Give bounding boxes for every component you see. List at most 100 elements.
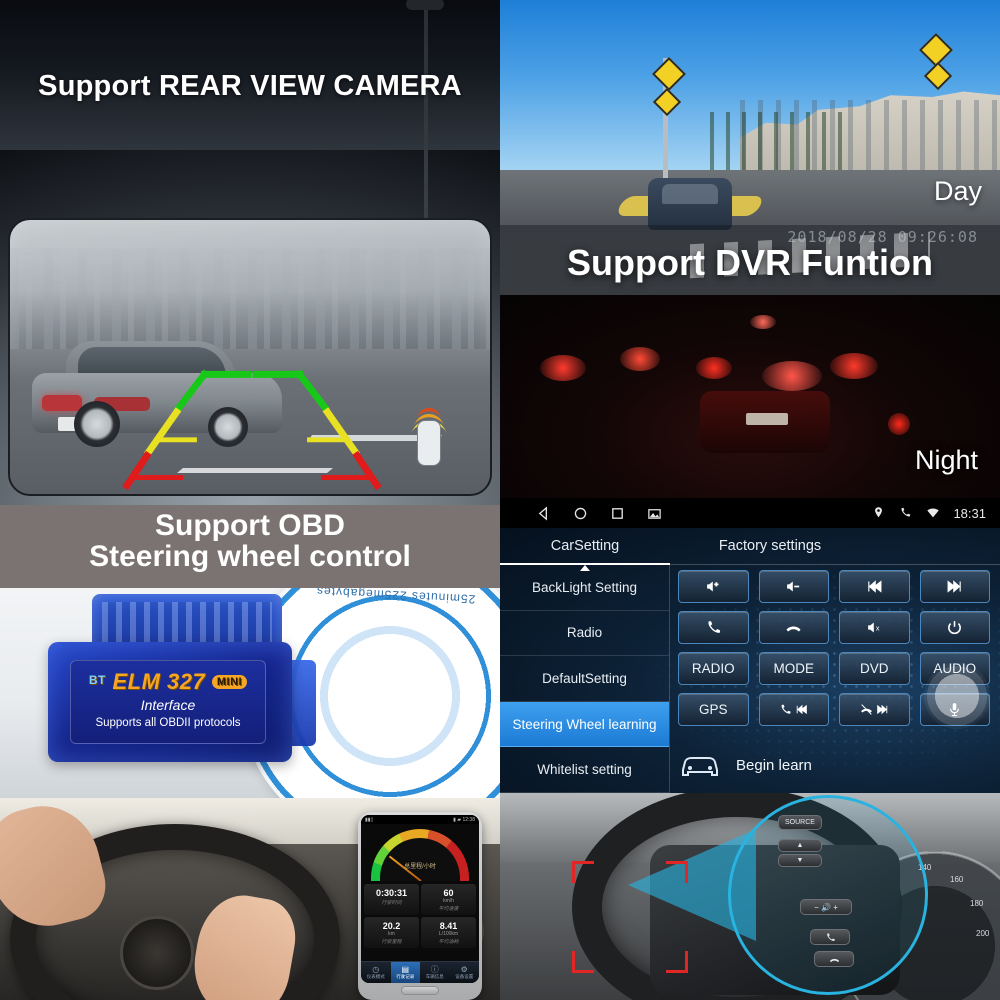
next-track-button[interactable]: [919, 570, 990, 603]
status-time: 18:31: [953, 505, 986, 521]
crop-bracket-bottom-right: [666, 951, 688, 973]
phone-home-button[interactable]: [401, 986, 439, 995]
speaker-mute-icon: x: [867, 622, 880, 633]
radio-button[interactable]: RADIO: [678, 652, 749, 685]
dvd-button[interactable]: DVD: [839, 652, 910, 685]
rear-view-camera-panel: Support REAR VIEW CAMERA: [0, 0, 500, 505]
app-tab-settings[interactable]: ⚙ 设备设置: [450, 962, 480, 983]
answer-call-button[interactable]: [678, 611, 749, 644]
begin-learn-row[interactable]: Begin learn: [678, 750, 812, 780]
smartphone-obd-app[interactable]: ▮▮▯ ▮ ▰ 12:38 总里程/小时 0:30:31 行驶时间 60 km/…: [358, 812, 482, 1000]
interface-text: Interface: [140, 697, 196, 713]
street-lamp-head: [406, 0, 444, 10]
button-label: AUDIO: [933, 661, 977, 676]
hangup-next-icon: [860, 704, 872, 715]
previous-track-button[interactable]: [839, 570, 910, 603]
speed-gauge: [371, 829, 469, 881]
app-tab-bar[interactable]: ◷ 仪表模式 ▤ 行驶记录 ⓘ 车辆信息 ⚙ 设备设置: [361, 961, 479, 983]
power-icon: [948, 621, 962, 635]
home-icon[interactable]: [573, 506, 588, 521]
next-track-icon: [947, 580, 961, 593]
end-call-button[interactable]: [758, 611, 829, 644]
gps-button[interactable]: GPS: [678, 693, 749, 726]
android-navigation-bar[interactable]: 18:31: [500, 498, 1000, 528]
obd-title-banner: Support OBD Steering wheel control: [0, 505, 500, 590]
app-tab-records[interactable]: ▤ 行驶记录: [390, 962, 420, 983]
stat-cell[interactable]: 0:30:31 行驶时间: [364, 884, 419, 915]
app-tab-vehicle[interactable]: ⓘ 车辆信息: [420, 962, 450, 983]
steering-key-grid: x RADIO MODE DVD AUDIO GPS: [678, 570, 990, 726]
power-button[interactable]: [919, 611, 990, 644]
taillight-glow: [888, 413, 910, 435]
phone-icon: [708, 621, 720, 633]
gauge-label: 总里程/小时: [404, 864, 436, 870]
phone-hangup-icon: [829, 958, 839, 962]
protocols-text: Supports all OBDII protocols: [95, 717, 241, 729]
mini-mark: MINI: [211, 675, 248, 689]
recents-icon[interactable]: [610, 506, 625, 521]
hangup-next-button[interactable]: [839, 693, 910, 726]
adapter-body: BT ELM 327 MINI Interface Supports all O…: [48, 642, 292, 762]
license-plate: [746, 413, 788, 425]
sidebar-item-backlight[interactable]: BackLight Setting: [500, 565, 669, 611]
audio-button[interactable]: AUDIO: [919, 652, 990, 685]
brake-light-glow: [762, 361, 822, 391]
prev-track-icon: [796, 704, 808, 715]
sidebar-item-radio[interactable]: Radio: [500, 611, 669, 657]
sidebar-item-label: Whitelist setting: [537, 762, 632, 778]
day-label: Day: [933, 176, 982, 206]
button-label: SOURCE: [785, 819, 815, 826]
sidebar-item-whitelist[interactable]: Whitelist setting: [500, 747, 669, 793]
gauge-tick: 200: [976, 929, 990, 938]
source-button[interactable]: SOURCE: [778, 815, 822, 830]
list-icon: ▤: [401, 965, 410, 974]
hangup-button[interactable]: [814, 951, 854, 967]
call-previous-button[interactable]: [758, 693, 829, 726]
stat-cell[interactable]: 8.41 L/100km 平均油耗: [421, 917, 476, 948]
tab-factory-settings[interactable]: Factory settings: [670, 528, 870, 564]
button-label: ▼: [796, 857, 804, 864]
prev-track-icon: [868, 580, 882, 593]
taillight-glow: [620, 347, 660, 371]
speaker-plus-icon: [706, 581, 719, 592]
taillight-glow: [696, 357, 732, 379]
seek-up-button[interactable]: ▲: [778, 839, 822, 852]
volume-up-button[interactable]: [678, 570, 749, 603]
traffic-light-glow: [750, 315, 776, 329]
settings-tab-bar[interactable]: CarSetting Factory settings: [500, 528, 1000, 571]
mute-button[interactable]: x: [839, 611, 910, 644]
microphone-button[interactable]: [919, 693, 990, 726]
volume-down-button[interactable]: [758, 570, 829, 603]
crop-bracket-top-left: [572, 861, 594, 883]
button-label: GPS: [698, 702, 728, 717]
screenshot-icon[interactable]: [647, 506, 662, 521]
settings-main-area: x RADIO MODE DVD AUDIO GPS: [678, 570, 990, 726]
call-button[interactable]: [810, 929, 850, 945]
stat-value: 0:30:31: [375, 888, 408, 898]
phone-prev-icon: [781, 704, 791, 714]
app-tab-dashboard[interactable]: ◷ 仪表模式: [361, 962, 391, 983]
app-tab-label: 行驶记录: [396, 974, 415, 979]
back-icon[interactable]: [536, 505, 551, 521]
stat-cell[interactable]: 20.2 km 行驶里程: [364, 917, 419, 948]
seek-down-button[interactable]: ▼: [778, 854, 822, 867]
mode-button[interactable]: MODE: [758, 652, 829, 685]
button-label: DVD: [859, 661, 889, 676]
tachometer-gauge: [120, 916, 194, 990]
volume-rocker[interactable]: − 🔊 +: [800, 899, 852, 915]
app-tab-label: 设备设置: [455, 974, 474, 979]
stat-cell[interactable]: 60 km/h 平均速度: [421, 884, 476, 915]
phone-screen[interactable]: ▮▮▯ ▮ ▰ 12:38 总里程/小时 0:30:31 行驶时间 60 km/…: [361, 815, 479, 983]
sidebar-item-label: BackLight Setting: [531, 579, 638, 595]
car-setting-screen[interactable]: CarSetting Factory settings BackLight Se…: [500, 528, 1000, 793]
mirror-display-screen: [8, 218, 492, 496]
settings-sidebar[interactable]: BackLight Setting Radio DefaultSetting S…: [500, 565, 670, 793]
sidebar-item-steering-wheel-learning[interactable]: Steering Wheel learning: [500, 701, 669, 748]
speaker-minus-icon: [787, 581, 800, 592]
sidebar-item-default[interactable]: DefaultSetting: [500, 656, 669, 702]
tab-carsetting[interactable]: CarSetting: [500, 528, 670, 571]
tab-label: Factory settings: [718, 538, 822, 554]
microphone-icon: [950, 703, 960, 717]
sidebar-item-label: Steering Wheel learning: [512, 716, 657, 732]
dvr-title: Support DVR Funtion: [567, 242, 933, 283]
